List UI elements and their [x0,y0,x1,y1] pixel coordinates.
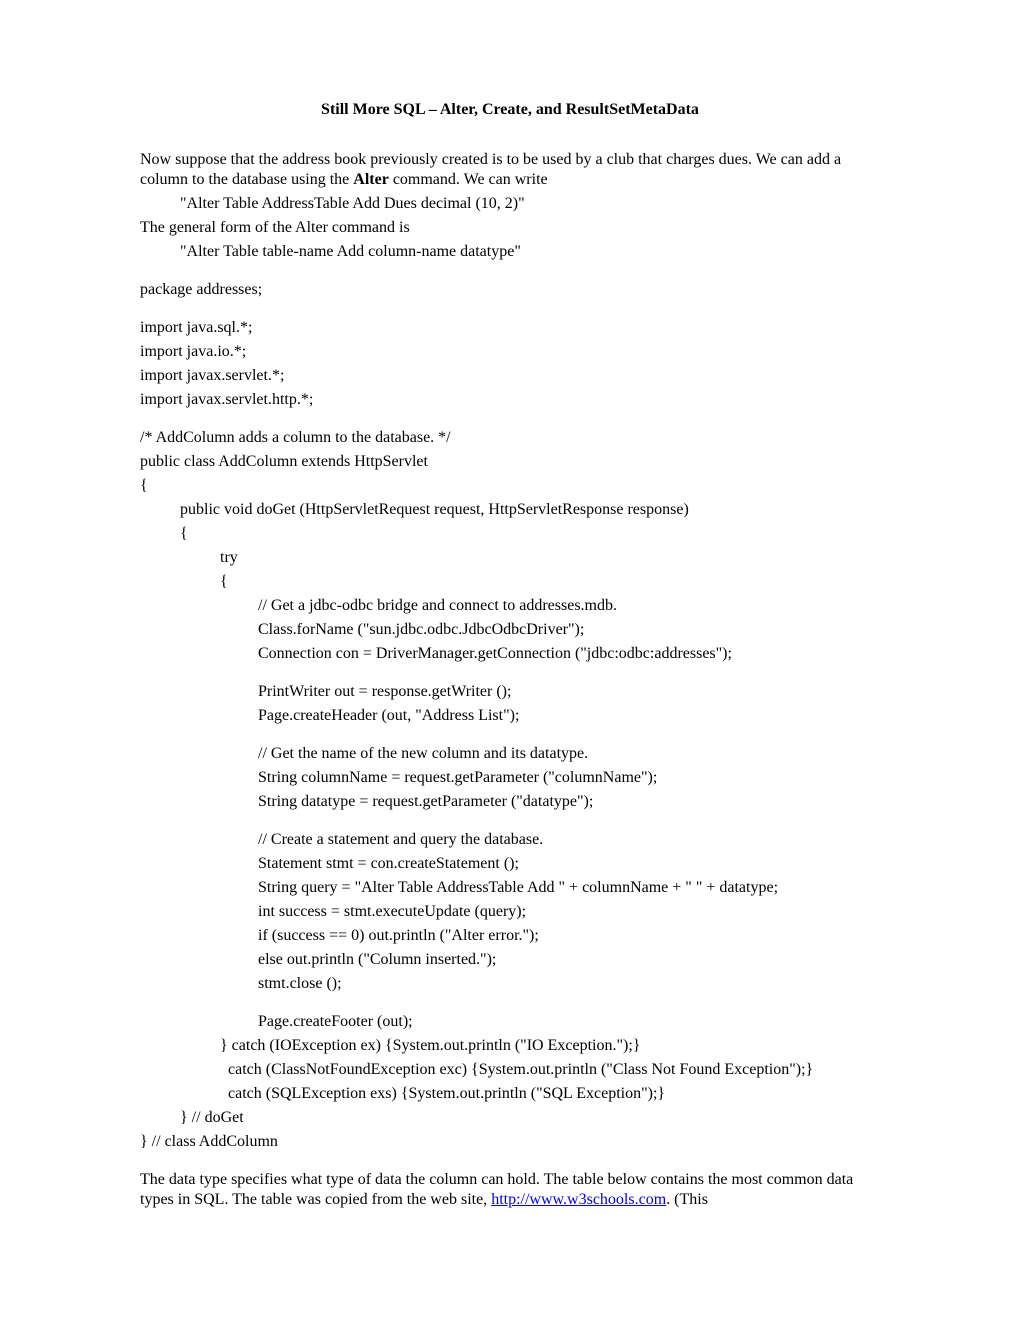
code-line-columnname: String columnName = request.getParameter… [140,768,880,788]
code-line-open-brace-3: { [140,572,880,592]
code-line-comment: /* AddColumn adds a column to the databa… [140,428,880,448]
code-line-close: stmt.close (); [140,974,880,994]
code-line-else: else out.println ("Column inserted."); [140,950,880,970]
code-line-doget: public void doGet (HttpServletRequest re… [140,500,880,520]
code-line-import-http: import javax.servlet.http.*; [140,390,880,410]
code-line-datatype: String datatype = request.getParameter (… [140,792,880,812]
code-line-package: package addresses; [140,280,880,300]
code-line-success: int success = stmt.executeUpdate (query)… [140,902,880,922]
intro-code-1: "Alter Table AddressTable Add Dues decim… [140,194,880,214]
code-line-catch-sql: catch (SQLException exs) {System.out.pri… [140,1084,880,1104]
code-line-catch-io: } catch (IOException ex) {System.out.pri… [140,1036,880,1056]
code-line-statement: Statement stmt = con.createStatement (); [140,854,880,874]
code-line-createheader: Page.createHeader (out, "Address List"); [140,706,880,726]
intro-text-1c: command. We can write [389,171,548,188]
intro-code-2: "Alter Table table-name Add column-name … [140,242,880,262]
page-title: Still More SQL – Alter, Create, and Resu… [140,100,880,120]
code-line-if: if (success == 0) out.println ("Alter er… [140,926,880,946]
code-line-import-servlet: import javax.servlet.*; [140,366,880,386]
code-line-try: try [140,548,880,568]
outro-paragraph: The data type specifies what type of dat… [140,1170,880,1210]
code-line-end-doget: } // doGet [140,1108,880,1128]
code-line-open-brace-2: { [140,524,880,544]
intro-paragraph-2: The general form of the Alter command is [140,218,880,238]
code-line-import-io: import java.io.*; [140,342,880,362]
alter-bold: Alter [353,171,389,188]
document-page: Still More SQL – Alter, Create, and Resu… [0,0,1020,1320]
w3schools-link[interactable]: http://www.w3schools.com [491,1191,666,1208]
code-line-import-sql: import java.sql.*; [140,318,880,338]
code-line-footer: Page.createFooter (out); [140,1012,880,1032]
code-line-printwriter: PrintWriter out = response.getWriter (); [140,682,880,702]
code-line-comment-column: // Get the name of the new column and it… [140,744,880,764]
code-line-class-forname: Class.forName ("sun.jdbc.odbc.JdbcOdbcDr… [140,620,880,640]
code-line-comment-jdbc: // Get a jdbc-odbc bridge and connect to… [140,596,880,616]
code-line-end-class: } // class AddColumn [140,1132,880,1152]
code-line-comment-stmt: // Create a statement and query the data… [140,830,880,850]
intro-paragraph-1: Now suppose that the address book previo… [140,150,880,190]
code-line-connection: Connection con = DriverManager.getConnec… [140,644,880,664]
code-line-class: public class AddColumn extends HttpServl… [140,452,880,472]
code-line-open-brace: { [140,476,880,496]
outro-text-1b: . (This [666,1191,708,1208]
code-line-catch-cnf: catch (ClassNotFoundException exc) {Syst… [140,1060,880,1080]
code-line-query: String query = "Alter Table AddressTable… [140,878,880,898]
